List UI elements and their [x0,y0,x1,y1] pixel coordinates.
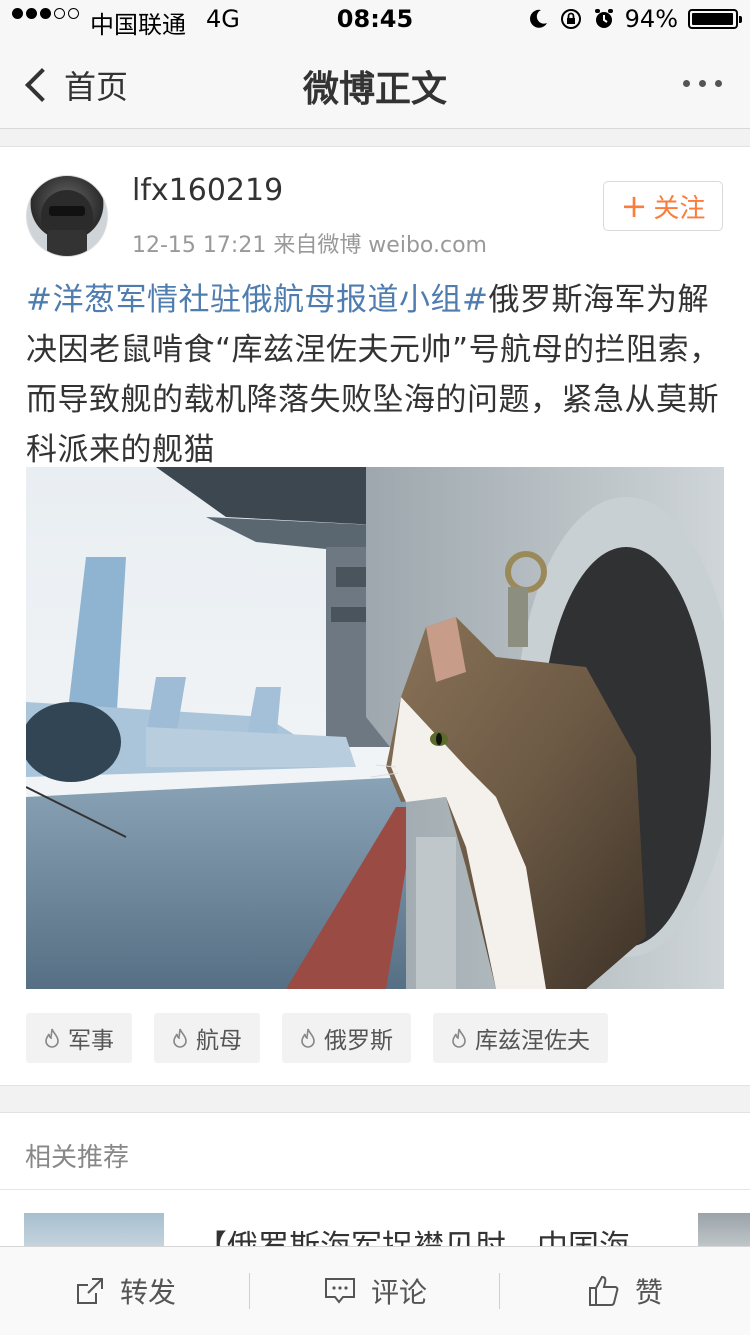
hashtag-link[interactable]: #洋葱军情社驻俄航母报道小组# [26,282,488,318]
divider [0,1189,750,1190]
bottom-toolbar: 转发 评论 赞 [0,1246,750,1335]
battery-icon [688,9,742,29]
post-text: #洋葱军情社驻俄航母报道小组#俄罗斯海军为解决因老鼠啃食“库兹涅佐夫元帅”号航母… [26,275,726,475]
like-label: 赞 [634,1276,663,1309]
like-button[interactable]: 赞 [500,1247,750,1335]
username[interactable]: lfx160219 [132,173,283,208]
follow-label: 关注 [653,193,706,224]
topic-tag-label: 航母 [196,1028,242,1054]
photo-ship-cat [26,467,724,989]
topic-tag-label: 俄罗斯 [324,1028,393,1054]
flame-icon [173,1028,187,1048]
follow-button[interactable]: + 关注 [603,181,723,231]
topic-tags: 军事 航母 俄罗斯 库兹涅佐夫 [26,1013,608,1063]
comment-button[interactable]: 评论 [250,1247,500,1335]
weibo-post: lfx160219 12-15 17:21 来自微博 weibo.com + 关… [0,146,750,1086]
moon-icon [529,9,547,28]
post-meta: 12-15 17:21 来自微博 weibo.com [132,233,487,258]
alarm-icon [594,9,613,28]
repost-label: 转发 [119,1276,176,1309]
topic-tag-label: 军事 [68,1028,114,1054]
thumbs-up-icon [588,1275,619,1306]
status-bar: 中国联通 4G 08:45 94% [0,0,750,40]
repost-button[interactable]: 转发 [0,1247,250,1335]
flame-icon [452,1028,466,1048]
more-dots-icon[interactable] [683,80,722,87]
comment-label: 评论 [370,1276,427,1309]
related-section: 相关推荐 【俄罗斯海军捉襟见肘，中国海 [0,1112,750,1265]
topic-tag[interactable]: 俄罗斯 [282,1013,411,1063]
avatar[interactable] [26,175,108,257]
share-icon [76,1278,103,1304]
rotation-lock-icon [560,9,581,29]
comment-icon [324,1278,355,1304]
flame-icon [45,1028,59,1048]
post-image[interactable] [26,467,724,989]
topic-tag[interactable]: 库兹涅佐夫 [433,1013,608,1063]
plus-icon: + [620,187,648,225]
section-title: 相关推荐 [25,1143,130,1173]
navigation-bar: 首页 微博正文 [0,40,750,129]
page-title: 微博正文 [302,69,447,110]
topic-tag[interactable]: 航母 [154,1013,260,1063]
topic-tag-label: 库兹涅佐夫 [475,1028,590,1054]
topic-tag[interactable]: 军事 [26,1013,132,1063]
flame-icon [301,1028,315,1048]
battery-percent: 94% [624,5,678,33]
